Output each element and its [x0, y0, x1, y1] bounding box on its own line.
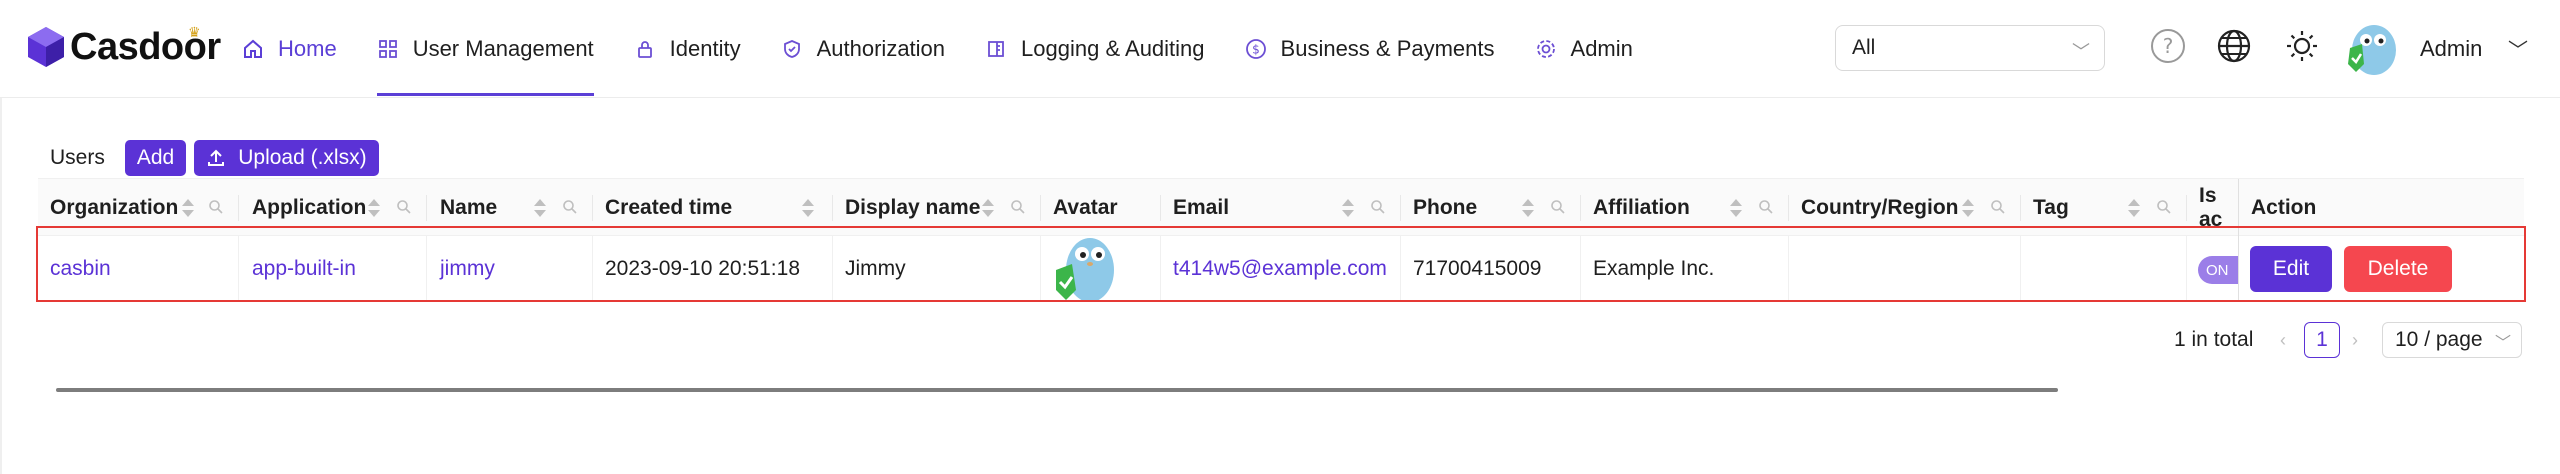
theme-sun-icon[interactable] [2282, 26, 2322, 66]
horizontal-scrollbar[interactable] [56, 388, 2058, 392]
log-icon [985, 38, 1007, 60]
nav-home-label: Home [278, 36, 337, 61]
col-phone-label: Phone [1413, 196, 1478, 219]
search-icon[interactable] [1990, 199, 2006, 215]
col-action-label: Action [2251, 196, 2317, 219]
user-name[interactable]: Admin [2420, 36, 2482, 62]
upload-xlsx-button[interactable]: Upload (.xlsx) [194, 140, 379, 176]
nav-home[interactable]: Home [222, 0, 357, 98]
gear-icon [1535, 38, 1557, 60]
col-name-label: Name [440, 196, 498, 219]
top-navbar: Casdoor ♛ Home User Management Identity [0, 0, 2560, 98]
search-icon[interactable] [396, 199, 412, 215]
col-avatar-label: Avatar [1053, 196, 1118, 219]
sort-icon[interactable] [1522, 199, 1534, 219]
search-icon[interactable] [2156, 199, 2172, 215]
col-country-label: Country/Region [1801, 196, 1959, 219]
svg-text:$: $ [1252, 43, 1260, 57]
pagination-page-1[interactable]: 1 [2304, 322, 2340, 358]
nav-user-management[interactable]: User Management [357, 0, 614, 98]
col-tag-label: Tag [2033, 196, 2069, 219]
nav-authorization-label: Authorization [816, 36, 946, 61]
search-icon[interactable] [1010, 199, 1026, 215]
pagination-total: 1 in total [2174, 328, 2254, 351]
home-icon [242, 38, 264, 60]
nav-logging-label: Logging & Auditing [1021, 36, 1205, 61]
upload-icon [208, 149, 225, 166]
nav-business-label: Business & Payments [1280, 36, 1495, 61]
nav-user-management-label: User Management [412, 36, 594, 61]
content-edge [0, 98, 2, 474]
sort-icon[interactable] [1342, 199, 1354, 219]
dollar-icon: $ [1245, 38, 1267, 60]
sort-icon[interactable] [534, 199, 546, 219]
col-is-admin-label: Is ac [2199, 184, 2223, 231]
search-icon[interactable] [208, 199, 224, 215]
search-icon[interactable] [1758, 199, 1774, 215]
pagination-next-icon[interactable]: › [2352, 322, 2358, 358]
grid-icon [377, 38, 399, 60]
add-user-button-label: Add [136, 146, 175, 169]
lock-icon [634, 38, 656, 60]
col-application-label: Application [252, 196, 367, 219]
user-menu-chevron-icon[interactable]: ﹀ [2508, 34, 2528, 63]
sort-icon[interactable] [1730, 199, 1742, 219]
language-globe-icon[interactable] [2214, 26, 2254, 66]
logo-cube-icon [28, 27, 64, 67]
row-highlight-box [36, 226, 2526, 302]
help-icon[interactable]: ? [2148, 26, 2188, 66]
col-organization-label: Organization [50, 196, 179, 219]
page-size-select[interactable]: 10 / page ﹀ [2382, 322, 2522, 358]
user-avatar[interactable] [2346, 18, 2398, 76]
search-icon[interactable] [1550, 199, 1566, 215]
nav-admin[interactable]: Admin [1515, 0, 1653, 98]
chevron-down-icon: ﹀ [2072, 42, 2090, 62]
nav-admin-label: Admin [1570, 36, 1633, 61]
nav-identity[interactable]: Identity [614, 0, 761, 98]
col-affiliation-label: Affiliation [1593, 196, 1690, 219]
sort-icon[interactable] [982, 199, 994, 219]
nav-business-payments[interactable]: $ Business & Payments [1225, 0, 1515, 98]
page-size-value: 10 / page [2395, 328, 2483, 351]
table-toolbar: Users Add Upload (.xlsx) [38, 138, 387, 178]
col-created-time-label: Created time [605, 196, 733, 219]
shield-icon [781, 38, 803, 60]
col-display-name-label: Display name [845, 196, 981, 219]
search-icon[interactable] [562, 199, 578, 215]
pagination-prev-icon[interactable]: ‹ [2280, 322, 2286, 358]
upload-button-label: Upload (.xlsx) [238, 146, 367, 169]
main-nav: Home User Management Identity Authorizat… [222, 0, 1653, 98]
sort-icon[interactable] [2128, 199, 2140, 219]
search-icon[interactable] [1370, 199, 1386, 215]
organization-select-value: All [1852, 36, 1876, 59]
organization-select[interactable]: All ﹀ [1835, 25, 2105, 71]
svg-text:?: ? [2163, 34, 2174, 58]
sort-icon[interactable] [368, 199, 380, 219]
sort-icon[interactable] [182, 199, 194, 219]
nav-identity-label: Identity [669, 36, 741, 61]
table-title: Users [50, 146, 105, 169]
sort-icon[interactable] [1962, 199, 1974, 219]
chevron-down-icon: ﹀ [2494, 335, 2511, 352]
crown-icon: ♛ [188, 24, 201, 40]
col-email-label: Email [1173, 196, 1230, 219]
nav-authorization[interactable]: Authorization [761, 0, 965, 98]
sort-icon[interactable] [802, 199, 814, 219]
add-user-button[interactable]: Add [124, 140, 187, 176]
nav-logging-auditing[interactable]: Logging & Auditing [965, 0, 1225, 98]
